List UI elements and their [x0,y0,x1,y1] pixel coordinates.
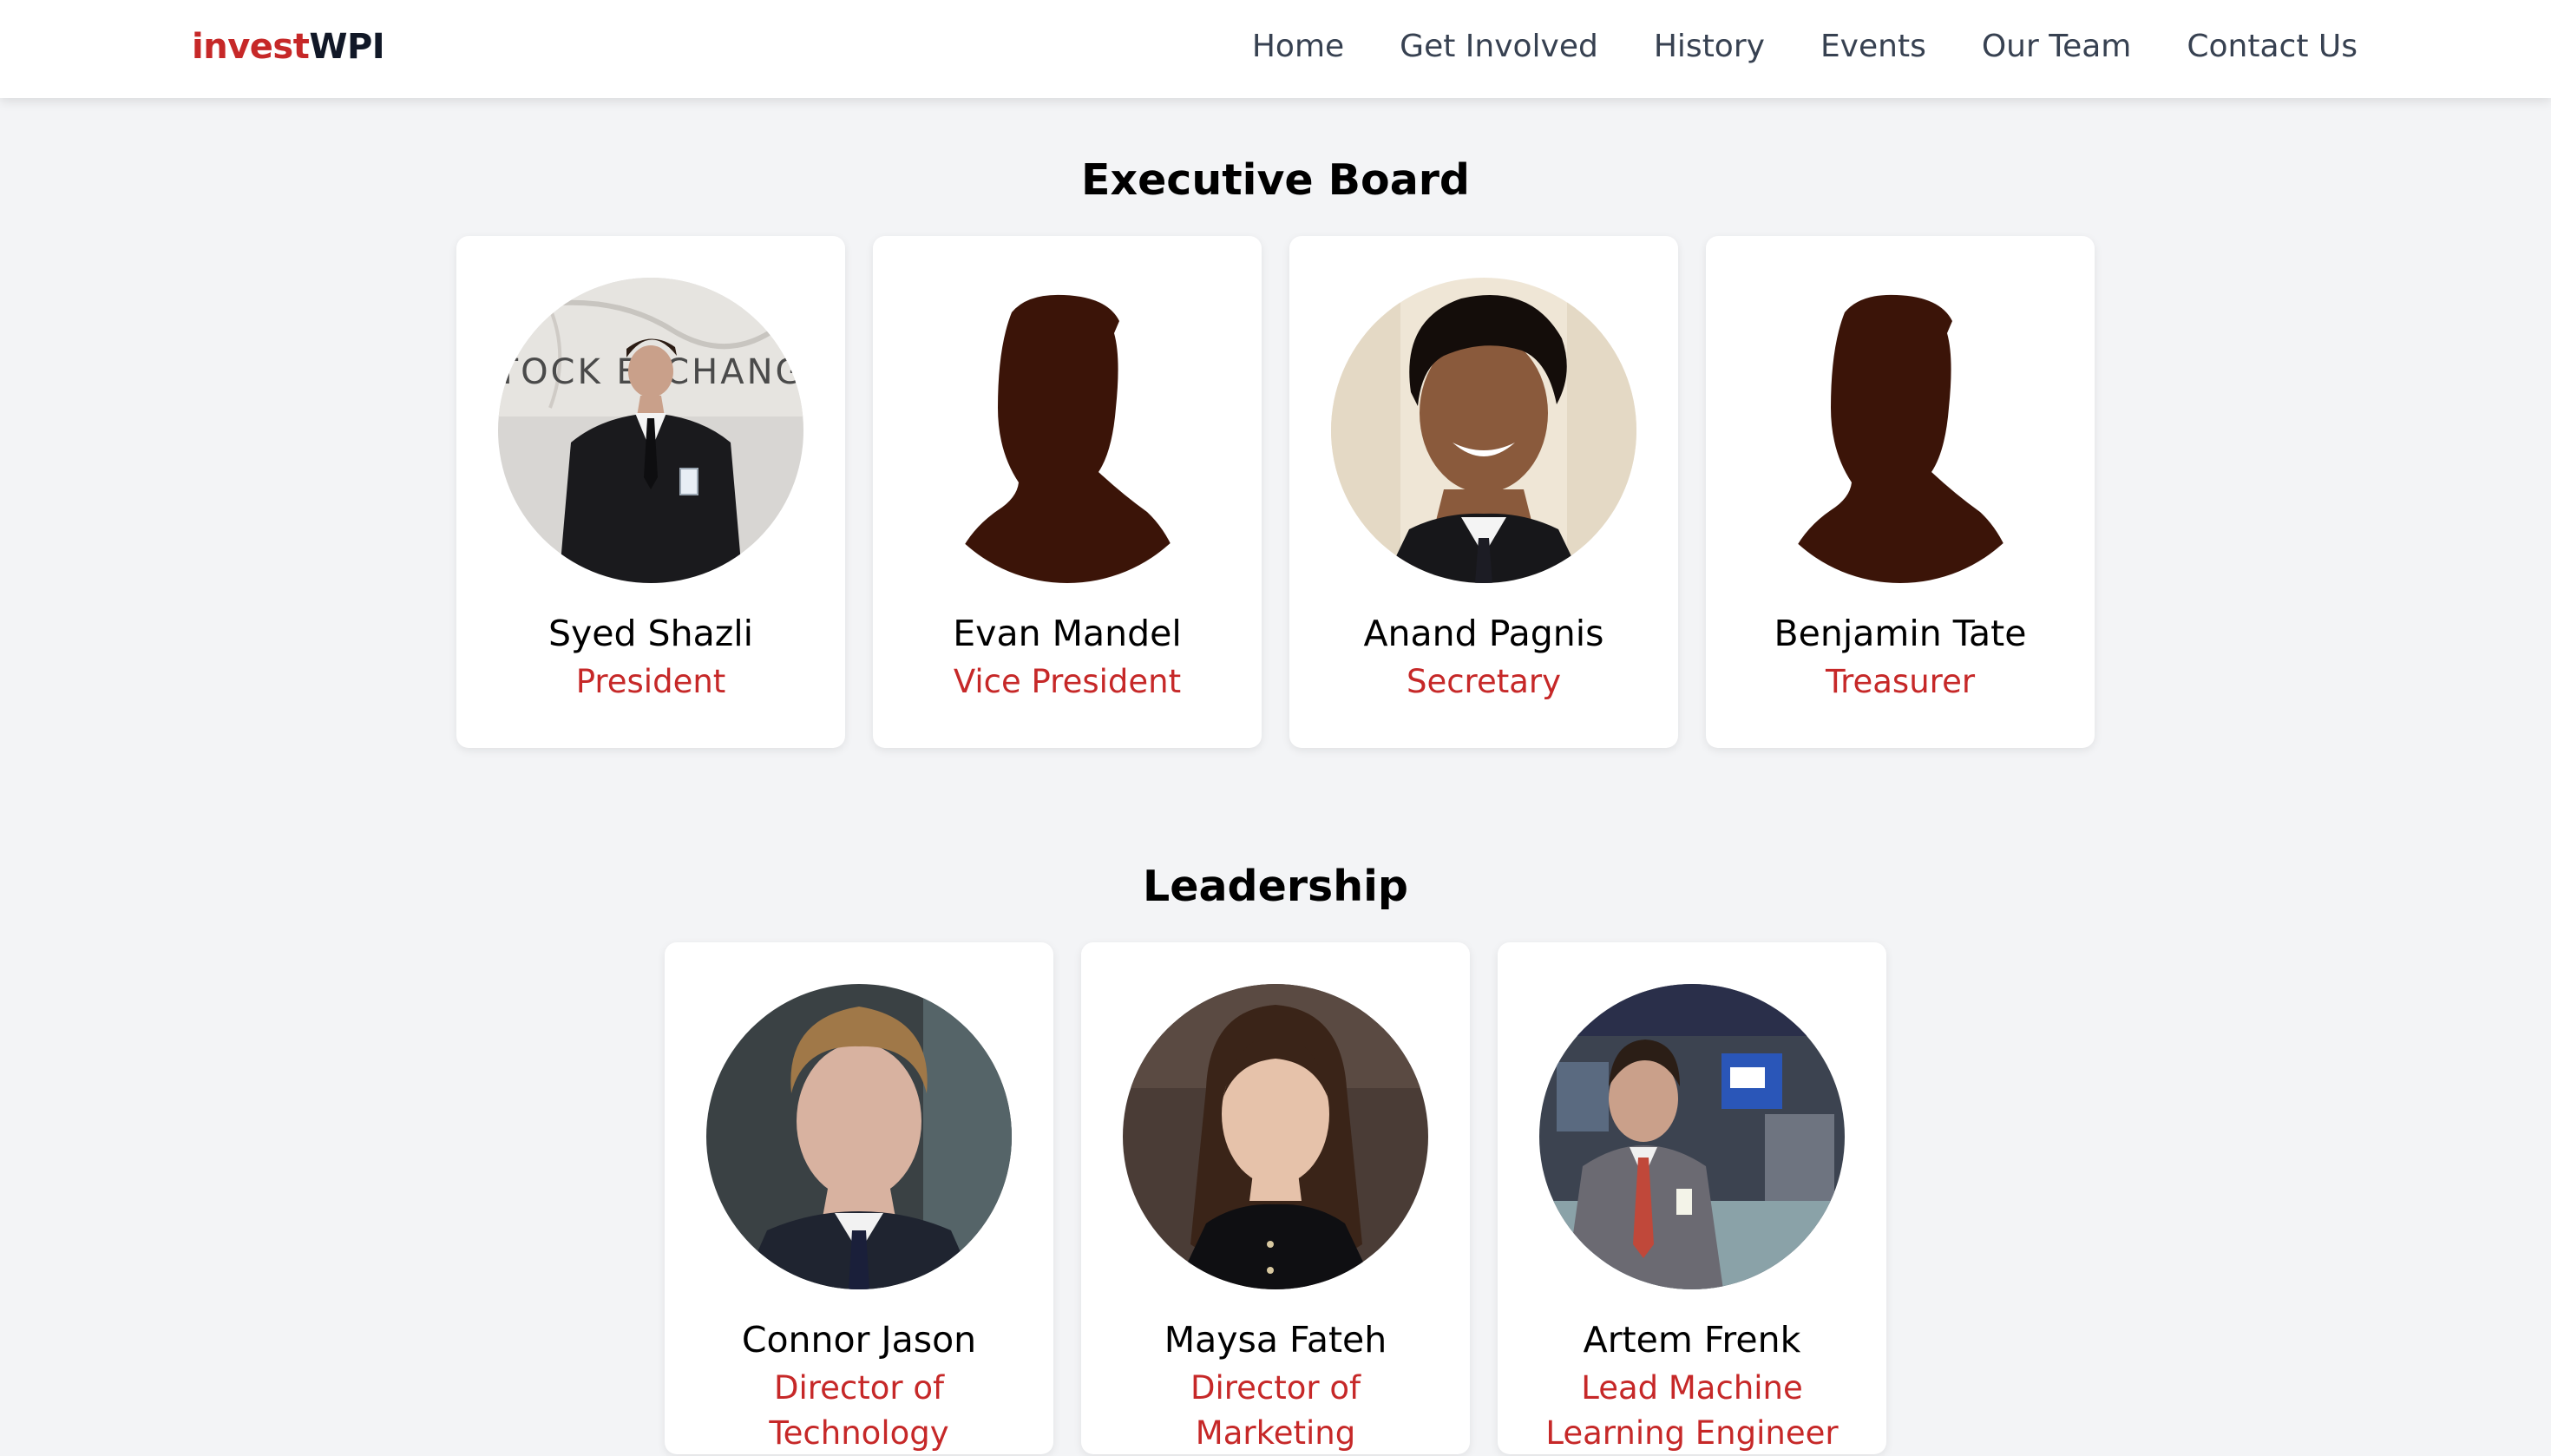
member-card-benjamin-tate: Benjamin Tate Treasurer [1706,236,2095,748]
member-name: Benjamin Tate [1774,613,2027,654]
member-role: Director of Marketing [1190,1369,1361,1452]
member-role: Director of Technology [769,1369,949,1452]
nav-home-link[interactable]: Home [1252,23,1344,71]
member-name: Syed Shazli [548,613,753,654]
member-photo [915,278,1220,583]
member-photo [1331,278,1636,583]
member-photo [1539,984,1845,1289]
photo-anand-pagnis [1331,278,1636,583]
nav-contact-us-link[interactable]: Contact Us [2187,23,2358,71]
member-role: Lead Machine Learning Engineer [1545,1369,1839,1452]
leadership-heading: Leadership [1143,862,1408,911]
nav-our-team-link[interactable]: Our Team [1982,23,2132,71]
member-name: Anand Pagnis [1363,613,1604,654]
navbar: investWPI Home Get Involved History Even… [0,0,2551,98]
photo-syed-shazli: STOCK EXCHANGE [498,278,803,583]
member-name: Maysa Fateh [1164,1319,1387,1361]
member-name: Evan Mandel [953,613,1182,654]
executive-board-cards: STOCK EXCHANGE Syed Shazli President Eva… [456,236,2095,748]
member-name: Connor Jason [741,1319,977,1361]
nav-events-link[interactable]: Events [1820,23,1926,71]
member-card-maysa-fateh: Maysa Fateh Director of Marketing [1081,942,1470,1454]
member-photo [1748,278,2053,583]
member-role: Secretary [1406,663,1562,700]
member-photo [1123,984,1428,1289]
member-card-anand-pagnis: Anand Pagnis Secretary [1289,236,1678,748]
default-avatar-silhouette-icon [915,278,1220,583]
member-role: Treasurer [1825,663,1976,700]
default-avatar-silhouette-icon [1748,278,2053,583]
logo-text-wpi: WPI [309,27,385,67]
member-photo [706,984,1012,1289]
main-nav: Home Get Involved History Events Our Tea… [1252,23,2358,71]
nav-history-link[interactable]: History [1654,23,1765,71]
executive-board-heading: Executive Board [1080,155,1470,205]
member-card-evan-mandel: Evan Mandel Vice President [873,236,1262,748]
member-photo: STOCK EXCHANGE [498,278,803,583]
member-card-artem-frenk: Artem Frenk Lead Machine Learning Engine… [1498,942,1886,1454]
member-role: Vice President [953,663,1182,700]
member-card-syed-shazli: STOCK EXCHANGE Syed Shazli President [456,236,845,748]
site-logo[interactable]: investWPI [192,23,385,71]
member-card-connor-jason: Connor Jason Director of Technology [665,942,1053,1454]
logo-text-invest: invest [192,27,310,67]
photo-artem-frenk [1539,984,1845,1289]
leadership-cards: Connor Jason Director of Technology Mays… [665,942,1886,1454]
member-role: President [575,663,726,700]
photo-maysa-fateh [1123,984,1428,1289]
photo-connor-jason [706,984,1012,1289]
nav-get-involved-link[interactable]: Get Involved [1400,23,1598,71]
member-name: Artem Frenk [1583,1319,1801,1361]
